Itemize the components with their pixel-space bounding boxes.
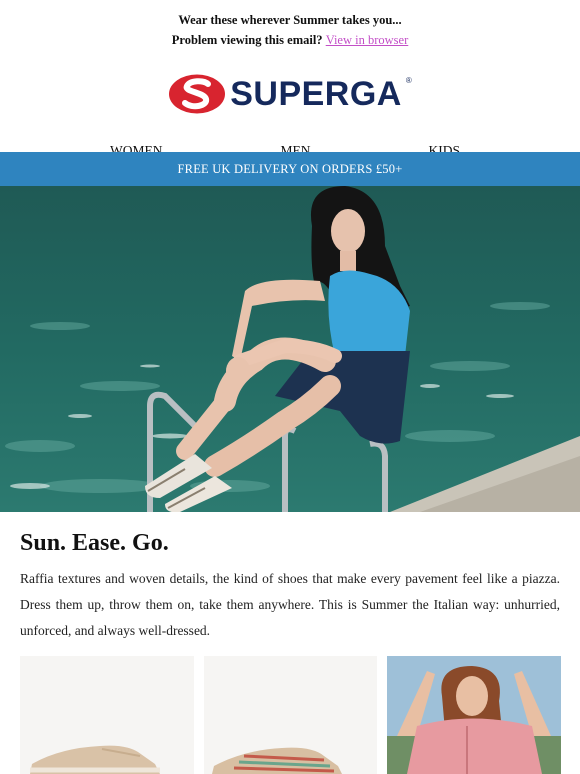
section-body-text: Raffia textures and woven details, the k… xyxy=(20,571,560,638)
product-card-3[interactable] xyxy=(387,656,561,774)
hero-image[interactable] xyxy=(0,186,580,512)
registered-mark: ® xyxy=(405,76,412,85)
brand-wordmark: SUPERGA xyxy=(230,75,402,113)
preheader-browser-line: Problem viewing this email? View in brow… xyxy=(0,30,580,50)
preheader-tagline: Wear these wherever Summer takes you... xyxy=(178,13,402,27)
superga-s-emblem-icon xyxy=(169,74,226,114)
preheader-problem-text: Problem viewing this email? xyxy=(171,33,323,47)
woven-striped-sneaker-photo-icon xyxy=(203,656,378,774)
preheader: Wear these wherever Summer takes you... … xyxy=(0,0,580,50)
free-delivery-banner[interactable]: FREE UK DELIVERY ON ORDERS £50+ xyxy=(0,152,580,186)
product-grid xyxy=(20,656,561,774)
raffia-sneaker-photo-icon xyxy=(20,656,194,774)
intro-section: Sun. Ease. Go. Raffia textures and woven… xyxy=(20,528,560,644)
superga-logo[interactable]: SUPERGA ® xyxy=(168,74,412,114)
header-logo-area: SUPERGA ® xyxy=(0,58,580,130)
product-card-1[interactable] xyxy=(20,656,194,774)
view-in-browser-link[interactable]: View in browser xyxy=(326,33,409,47)
section-headline: Sun. Ease. Go. xyxy=(20,530,169,556)
woman-by-pool-photo-icon xyxy=(0,186,580,512)
woman-laughing-photo-icon xyxy=(387,656,561,774)
product-card-2[interactable] xyxy=(203,656,378,774)
